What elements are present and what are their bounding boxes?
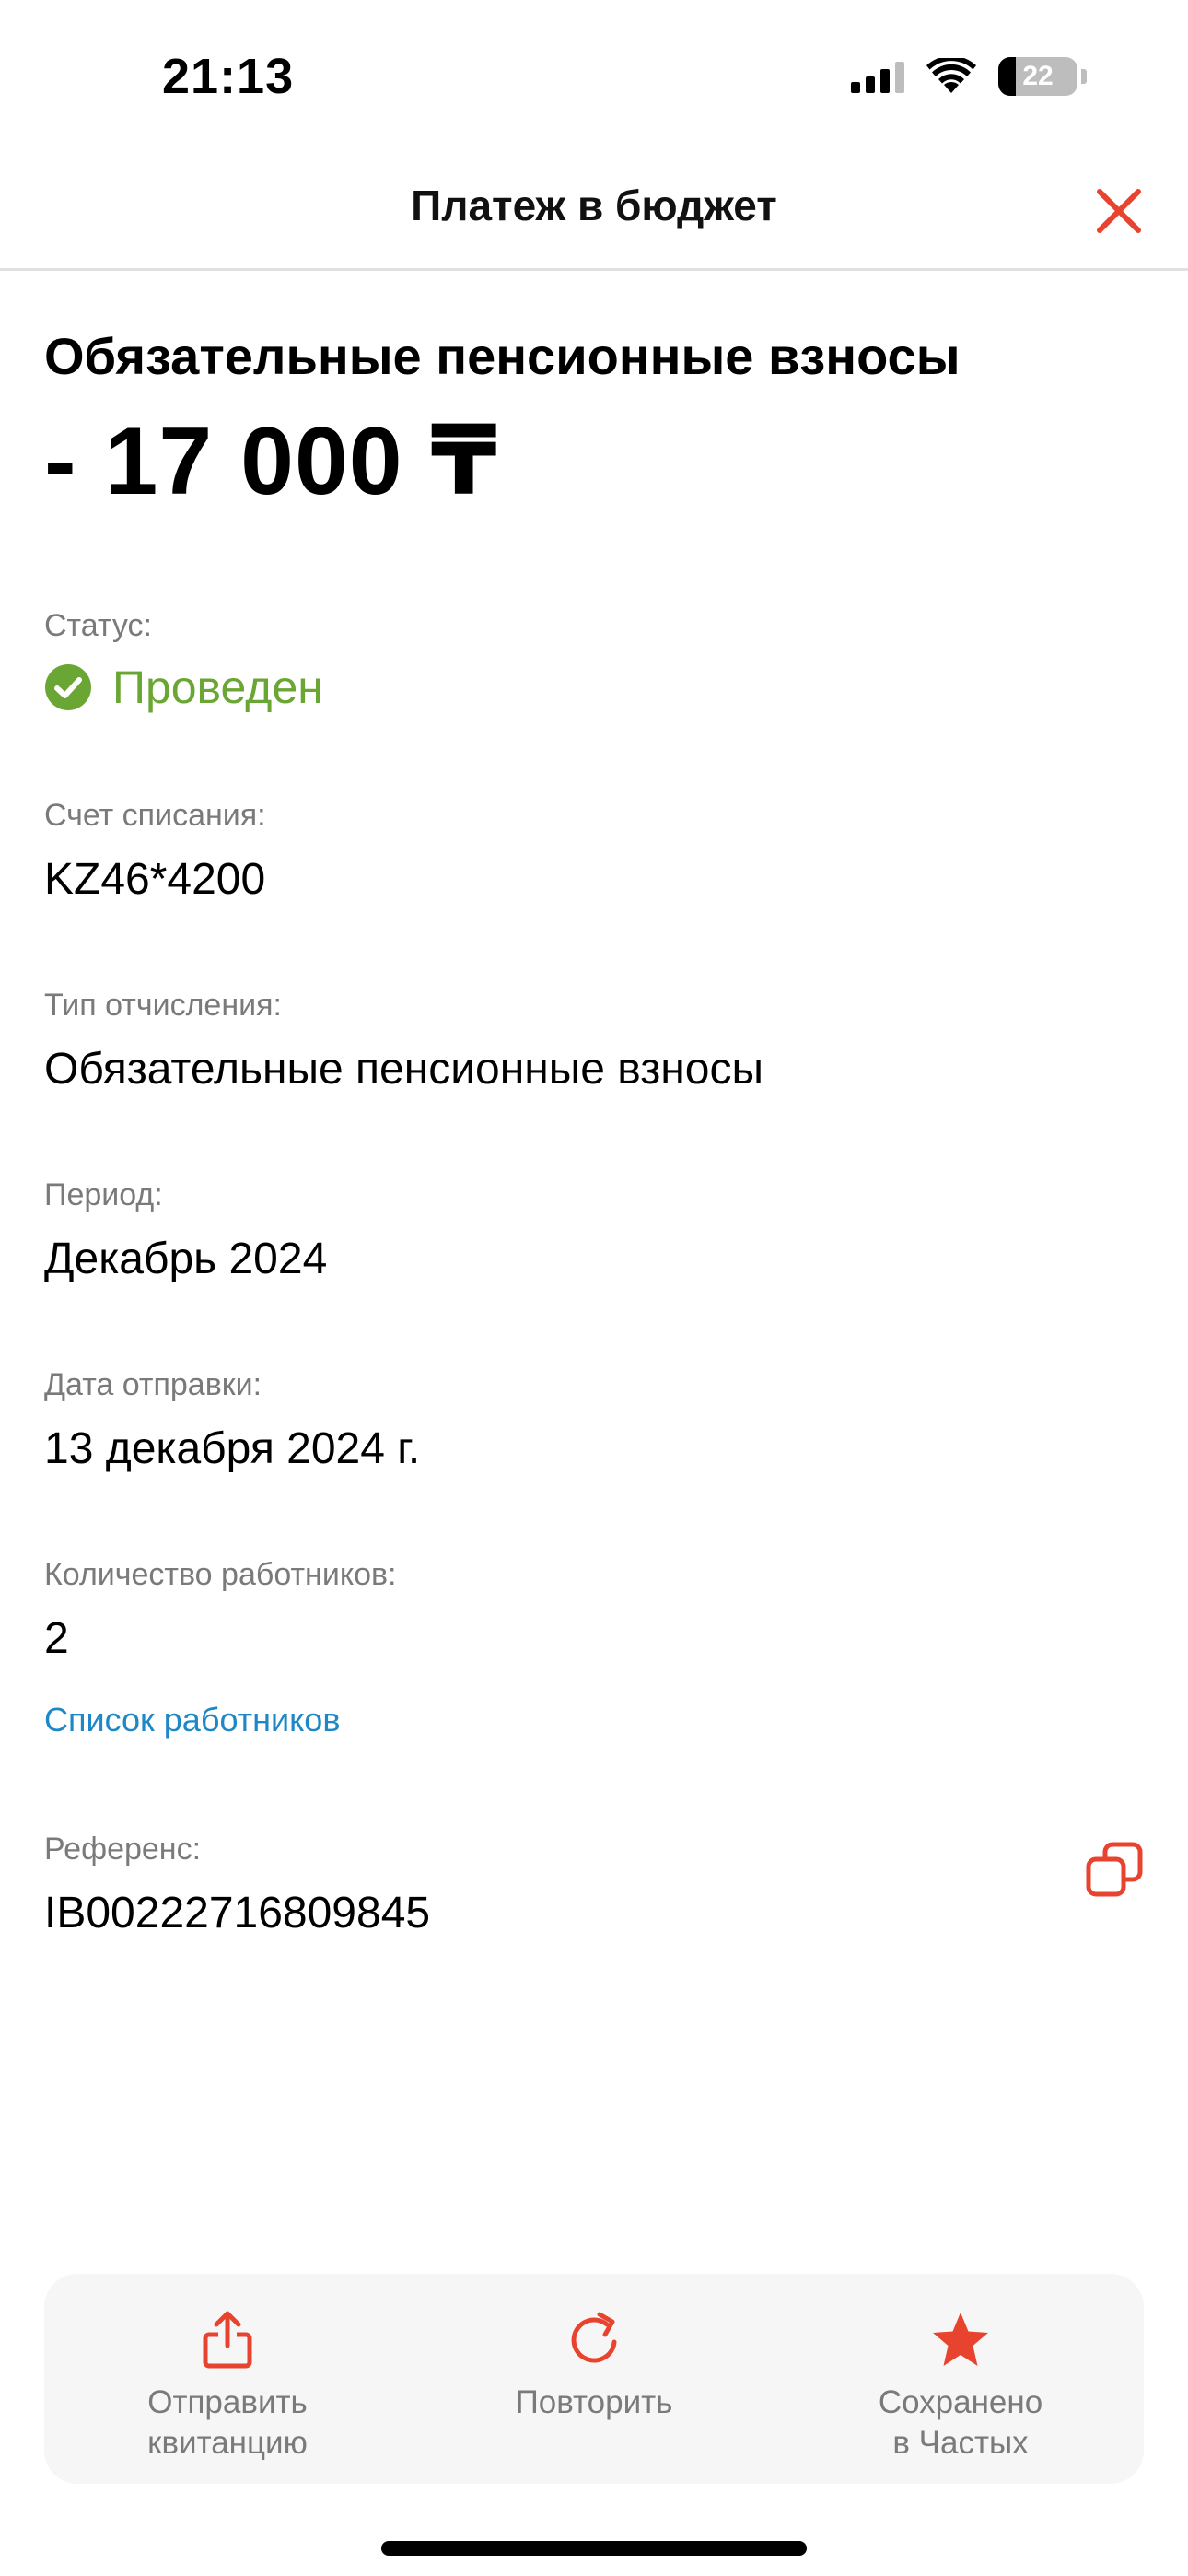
wifi-icon [926,58,976,95]
reference-field: Референс: IB00222716809845 [44,1832,1144,1938]
send-receipt-label: Отправить квитанцию [147,2384,308,2461]
status-value: Проведен [112,662,323,713]
copy-reference-button[interactable] [1085,1841,1144,1900]
repeat-button[interactable]: Повторить [411,2274,777,2484]
share-icon [203,2311,252,2369]
account-value: KZ46*4200 [44,855,266,904]
action-bar: Отправить квитанцию Повторить Сохранено … [44,2274,1144,2484]
navigation-header: Платеж в бюджет [0,147,1188,271]
period-value: Декабрь 2024 [44,1235,328,1283]
status-icons: 22 [851,57,1087,96]
status-field: Статус: Проведен [44,608,1144,714]
employees-value: 2 [44,1614,69,1663]
cellular-signal-icon [851,60,904,93]
type-value: Обязательные пенсионные взносы [44,1045,763,1094]
star-icon [933,2313,988,2366]
saved-favorites-button[interactable]: Сохранено в Частых [777,2274,1144,2484]
employees-list-link[interactable]: Список работников [44,1701,1144,1739]
employees-field: Количество работников: 2 Список работник… [44,1557,1144,1739]
status-row: Проведен [44,661,1144,714]
reference-label: Референс: [44,1832,202,1867]
close-button[interactable] [1090,182,1147,240]
page-title: Платеж в бюджет [411,181,777,229]
period-field: Период: Декабрь 2024 [44,1177,1144,1284]
close-icon [1097,189,1141,233]
date-value: 13 декабря 2024 г. [44,1424,421,1473]
payment-details-screen: 21:13 22 Платеж в бюджет Обязательные пе… [0,0,1188,2576]
status-bar: 21:13 22 [0,0,1188,147]
type-field: Тип отчисления: Обязательные пенсионные … [44,988,1144,1095]
type-label: Тип отчисления: [44,988,282,1023]
status-time: 21:13 [162,49,295,104]
date-label: Дата отправки: [44,1367,262,1402]
account-field: Счет списания: KZ46*4200 [44,798,1144,905]
check-circle-icon [45,664,91,710]
status-label: Статус: [44,608,152,643]
payment-summary: Обязательные пенсионные взносы - 17 000 … [44,271,1144,517]
battery-level: 22 [1022,61,1054,91]
payment-title: Обязательные пенсионные взносы [44,327,961,385]
battery-cap [1081,69,1087,84]
saved-favorites-label: Сохранено в Частых [878,2384,1043,2461]
payment-amount: - 17 000 ₸ [44,408,498,515]
period-label: Период: [44,1177,163,1212]
repeat-icon [571,2312,617,2363]
reference-value: IB00222716809845 [44,1889,431,1938]
battery-icon: 22 [998,57,1077,96]
account-label: Счет списания: [44,798,266,833]
home-indicator[interactable] [381,2541,807,2556]
date-field: Дата отправки: 13 декабря 2024 г. [44,1367,1144,1474]
send-receipt-button[interactable]: Отправить квитанцию [44,2274,411,2484]
copy-icon [1086,1842,1143,1897]
employees-label: Количество работников: [44,1557,397,1592]
repeat-label: Повторить [515,2384,673,2420]
